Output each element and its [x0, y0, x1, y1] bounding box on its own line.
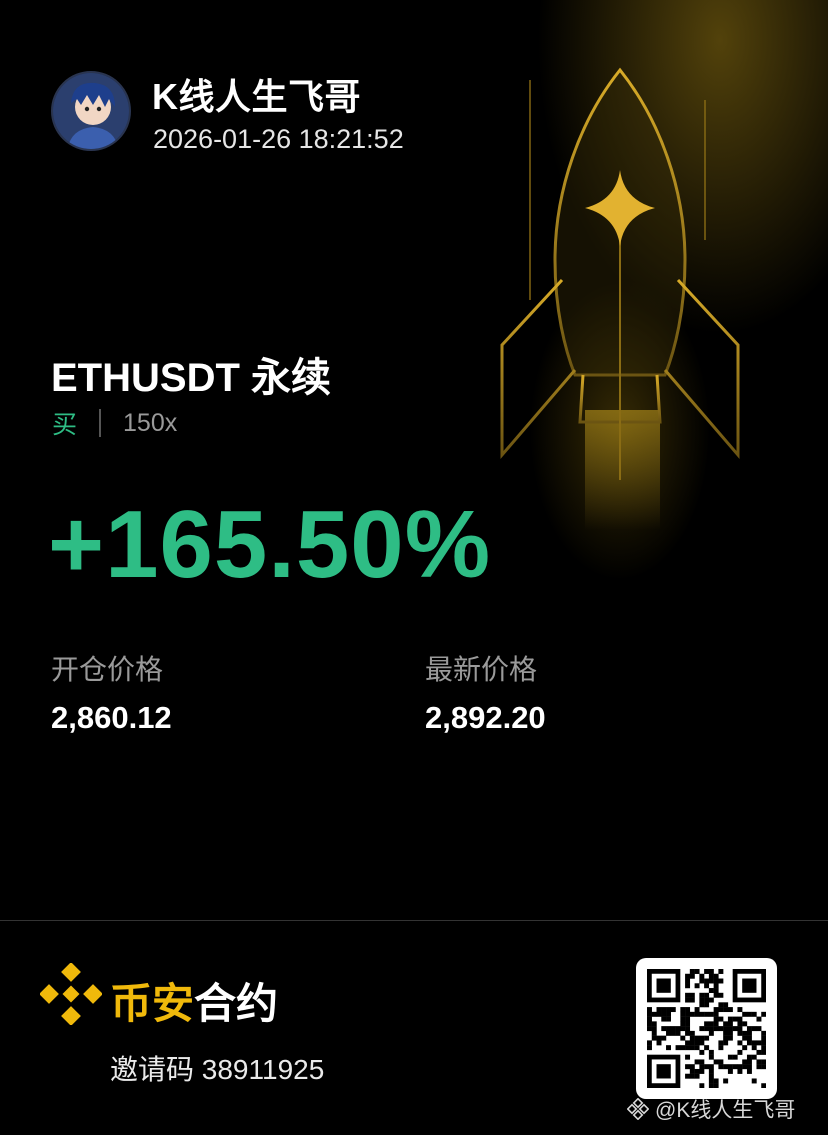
binance-logo-icon [40, 963, 102, 1025]
side-label: 买 [52, 411, 78, 439]
rocket-illustration [500, 67, 740, 530]
watermark: @K线人生飞哥 [627, 1094, 795, 1124]
brand-name: 币安合约 [110, 970, 278, 1031]
timestamp: 2026-01-26 18:21:52 [153, 124, 404, 154]
brand-rest: 合约 [194, 980, 279, 1027]
last-price-value: 2,892.20 [425, 700, 546, 735]
position-meta: 买 150x [52, 405, 177, 441]
brand-highlight: 币安 [110, 980, 195, 1027]
leverage-label: 150x [123, 408, 178, 437]
symbol-title: ETHUSDT 永续 [51, 356, 331, 400]
last-price-label: 最新价格 [425, 654, 538, 685]
watermark-text: @K线人生飞哥 [655, 1099, 796, 1122]
invite-code: 邀请码 38911925 [110, 1054, 325, 1085]
binance-mark-icon [627, 1098, 649, 1120]
qr-code[interactable] [636, 958, 777, 1099]
avatar [51, 71, 131, 151]
pnl-percent: +165.50% [48, 491, 492, 598]
entry-price-label: 开仓价格 [51, 654, 164, 685]
footer-divider [0, 920, 828, 921]
username: K线人生飞哥 [152, 76, 361, 117]
entry-price-value: 2,860.12 [51, 700, 172, 735]
divider-bar [99, 409, 102, 437]
